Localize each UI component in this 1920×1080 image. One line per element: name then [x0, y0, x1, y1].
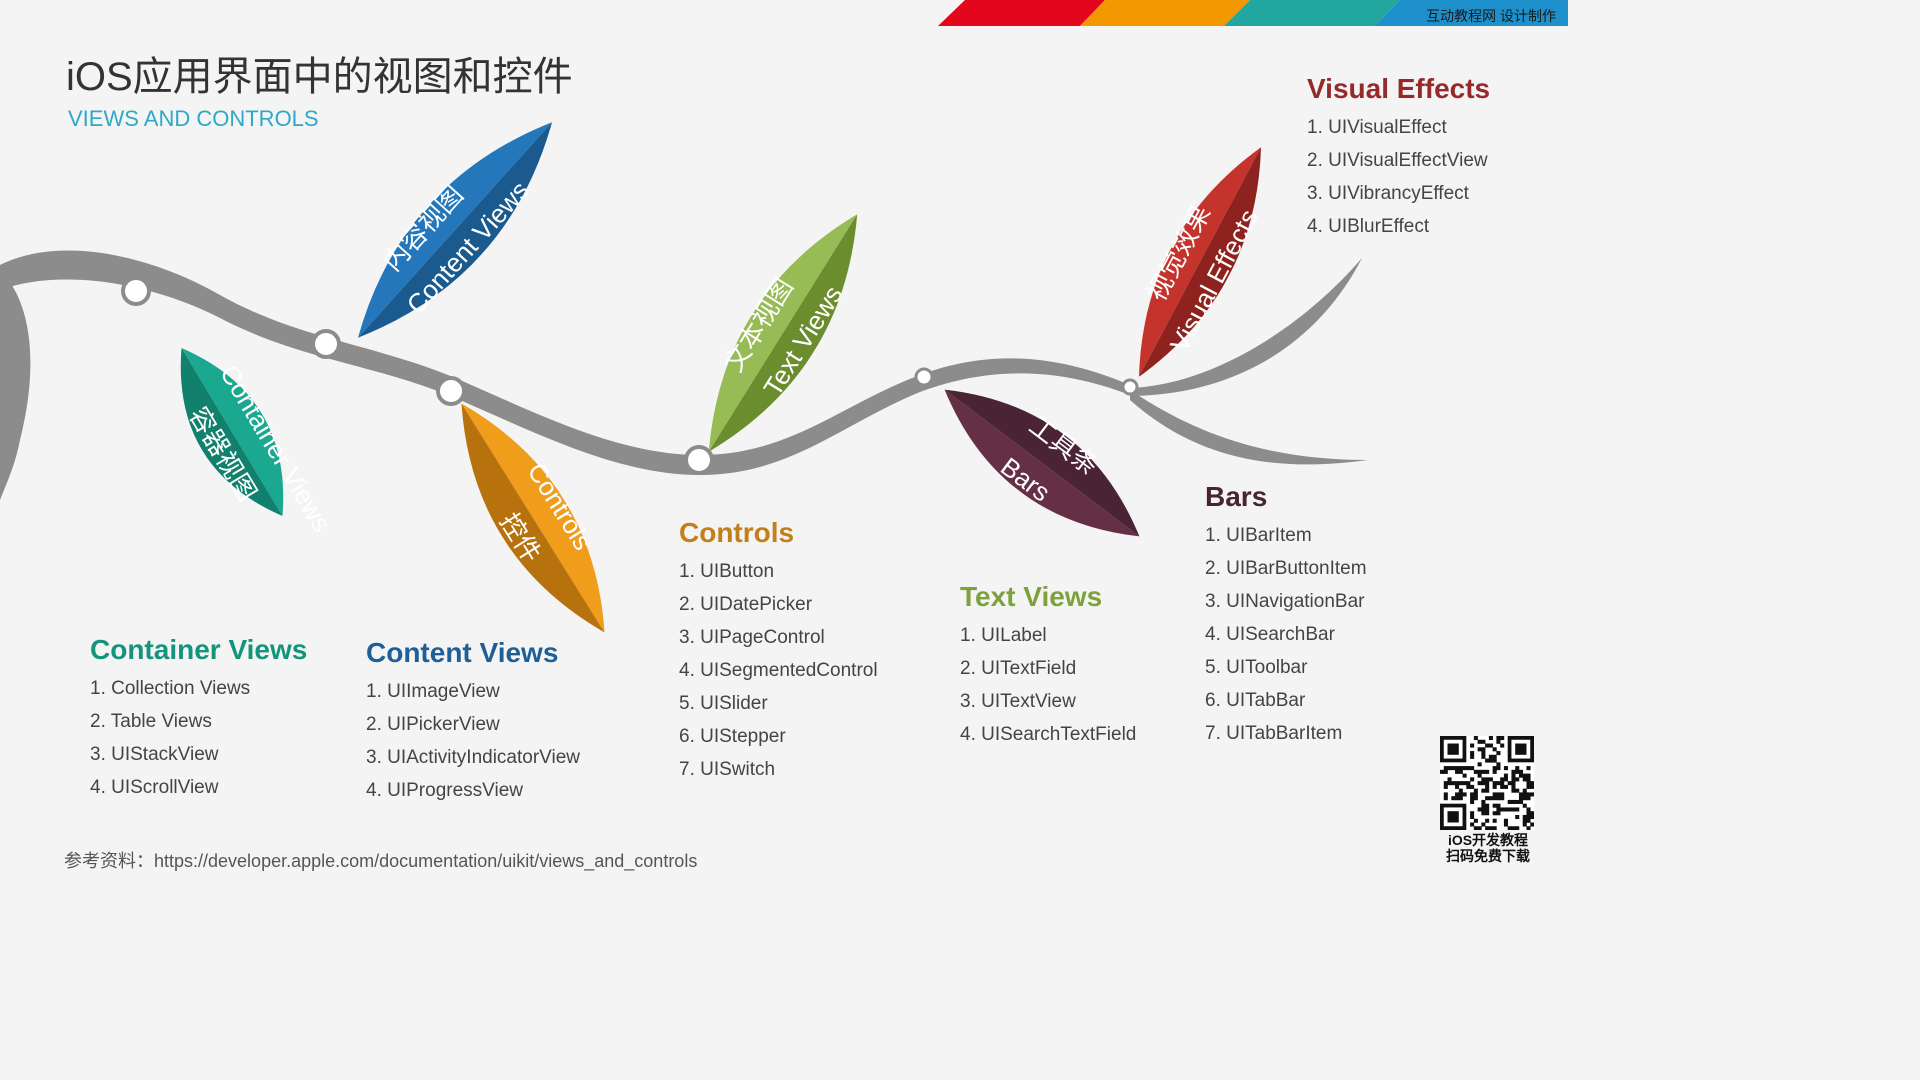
branch-stem	[0, 250, 1130, 475]
list-item: 2. UIDatePicker	[679, 594, 813, 615]
node-effects	[1121, 378, 1139, 396]
list-item: 2. UITextField	[960, 658, 1077, 679]
list-item: 1. Collection Views	[90, 678, 251, 699]
branch-twig-lower	[1130, 390, 1368, 465]
list-item: 7. UITabBarItem	[1205, 723, 1343, 744]
list-item: 3. UINavigationBar	[1205, 591, 1365, 612]
section-container-list: 1. Collection Views 2. Table Views 3. UI…	[90, 672, 307, 804]
list-item: 3. UITextView	[960, 691, 1076, 712]
list-item: 4. UISearchTextField	[960, 724, 1137, 745]
list-item: 3. UIPageControl	[679, 627, 825, 648]
section-text-title: Text Views	[960, 581, 1103, 612]
list-item: 2. Table Views	[90, 711, 212, 732]
list-item: 3. UIActivityIndicatorView	[366, 747, 581, 768]
list-item: 1. UIButton	[679, 561, 775, 582]
leaf-effects: 视觉效果 Visual Effects	[1110, 132, 1290, 392]
list-item: 1. UIBarItem	[1205, 525, 1312, 546]
section-controls-title: Controls	[679, 517, 795, 548]
section-content-list: 1. UIImageView 2. UIPickerView 3. UIActi…	[366, 675, 580, 807]
qr-caption-line-1: iOS开发教程	[1447, 832, 1529, 848]
section-bars-title: Bars	[1205, 481, 1268, 512]
qr-caption-line-2: 扫码免费下载	[1446, 848, 1530, 864]
leaf-controls: Controls 控件	[430, 384, 636, 652]
list-item: 1. UIVisualEffect	[1307, 117, 1447, 138]
list-item: 4. UIBlurEffect	[1307, 216, 1430, 237]
list-item: 3. UIStackView	[90, 744, 219, 765]
node-bars	[914, 367, 934, 387]
list-item: 1. UILabel	[960, 625, 1047, 646]
branch-root	[0, 270, 31, 500]
node-text	[684, 445, 714, 475]
list-item: 2. UIBarButtonItem	[1205, 558, 1367, 579]
section-effects: Visual Effects 1. UIVisualEffect 2. UIVi…	[1307, 73, 1490, 243]
list-item: 5. UIToolbar	[1205, 657, 1308, 678]
section-text: Text Views 1. UILabel 2. UITextField 3. …	[960, 581, 1136, 751]
section-content-title: Content Views	[366, 637, 559, 668]
list-item: 6. UIStepper	[679, 726, 786, 747]
section-controls-list: 1. UIButton 2. UIDatePicker 3. UIPageCon…	[679, 555, 878, 786]
section-bars-list: 1. UIBarItem 2. UIBarButtonItem 3. UINav…	[1205, 519, 1367, 750]
list-item: 4. UISegmentedControl	[679, 660, 878, 681]
list-item: 1. UIImageView	[366, 681, 500, 702]
list-item: 2. UIVisualEffectView	[1307, 150, 1488, 171]
list-item: 2. UIPickerView	[366, 714, 500, 735]
list-item: 3. UIVibrancyEffect	[1307, 183, 1469, 204]
qr-code-icon	[1440, 736, 1534, 830]
list-item: 4. UIProgressView	[366, 780, 523, 801]
node-controls	[436, 376, 466, 406]
qr-caption: iOS开发教程 扫码免费下载	[1436, 832, 1540, 864]
list-item: 7. UISwitch	[679, 759, 776, 780]
section-controls: Controls 1. UIButton 2. UIDatePicker 3. …	[679, 517, 878, 786]
section-container-title: Container Views	[90, 634, 308, 665]
section-effects-title: Visual Effects	[1307, 73, 1491, 104]
section-text-list: 1. UILabel 2. UITextField 3. UITextView …	[960, 619, 1136, 751]
section-container: Container Views 1. Collection Views 2. T…	[90, 634, 307, 804]
node-container	[121, 276, 151, 306]
list-item: 6. UITabBar	[1205, 690, 1306, 711]
list-item: 5. UISlider	[679, 693, 768, 714]
node-content	[311, 329, 341, 359]
section-effects-list: 1. UIVisualEffect 2. UIVisualEffectView …	[1307, 111, 1490, 243]
list-item: 4. UISearchBar	[1205, 624, 1335, 645]
reference-link[interactable]: 参考资料：https://developer.apple.com/documen…	[64, 847, 697, 873]
section-content: Content Views 1. UIImageView 2. UIPicker…	[366, 637, 580, 807]
section-bars: Bars 1. UIBarItem 2. UIBarButtonItem 3. …	[1205, 481, 1367, 750]
slide: 互动教程网 设计制作 iOS应用界面中的视图和控件 VIEWS AND CONT…	[0, 0, 1568, 882]
list-item: 4. UIScrollView	[90, 777, 219, 798]
